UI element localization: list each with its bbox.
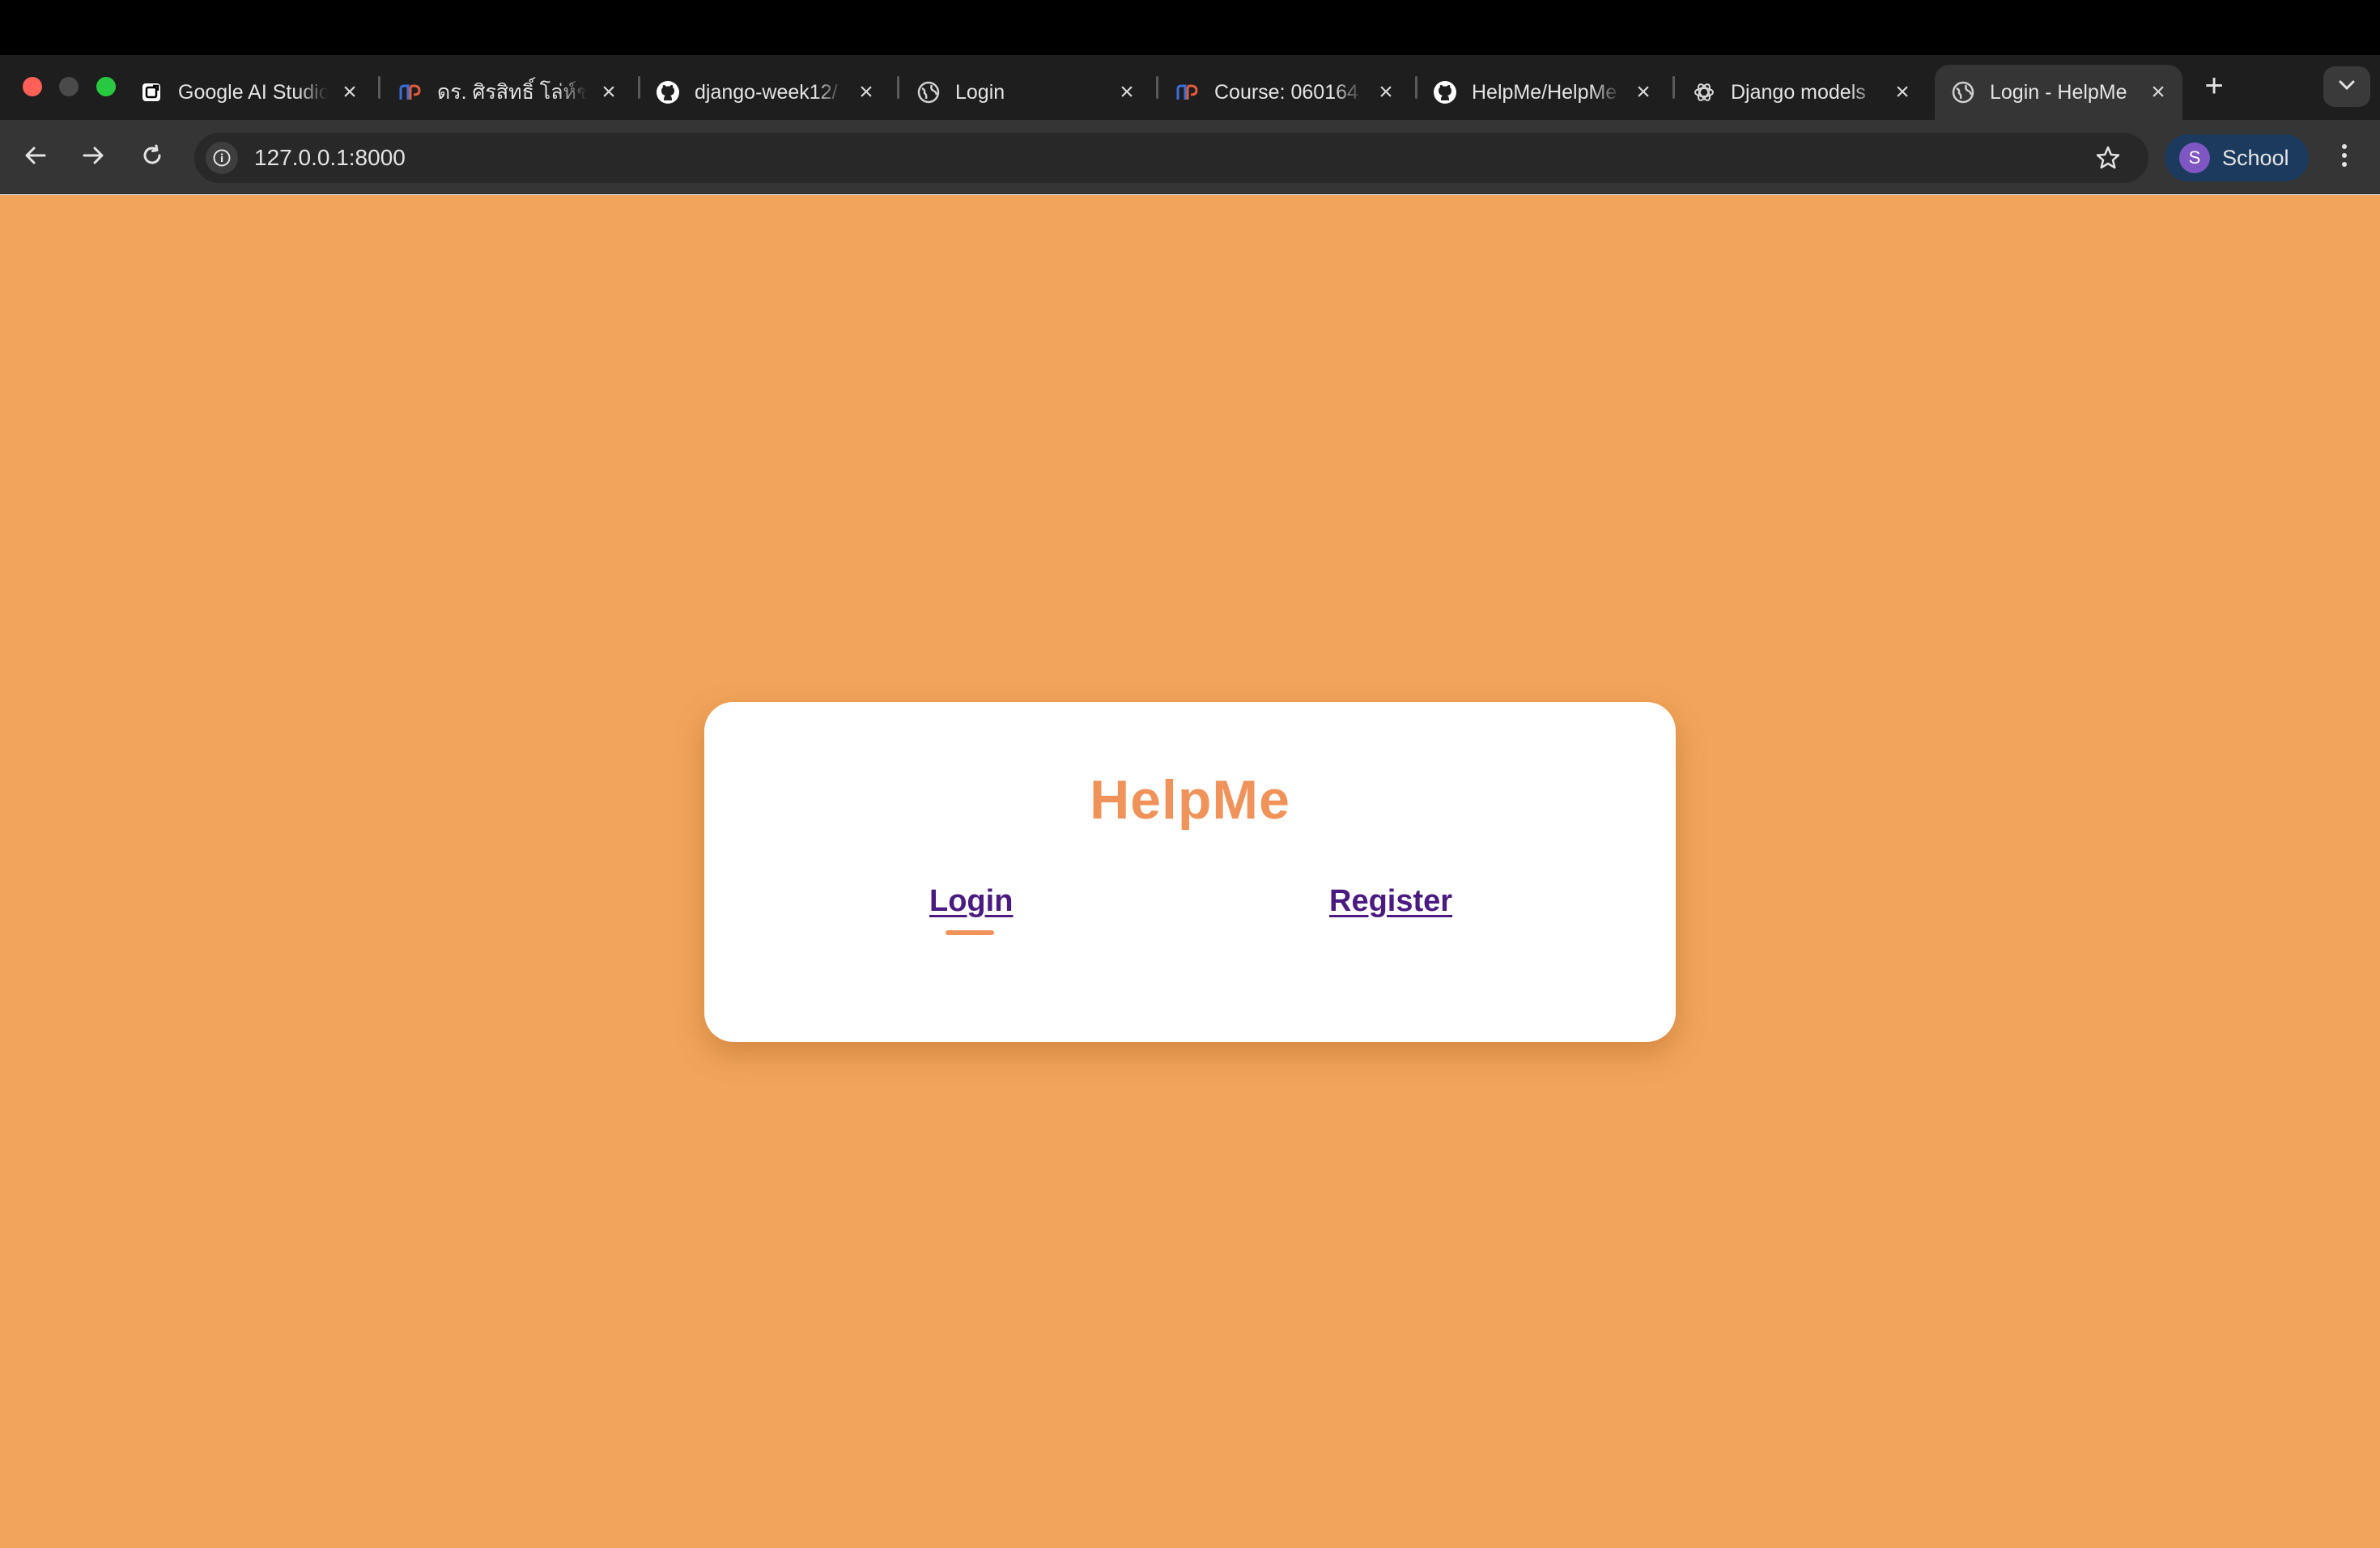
globe-icon [1951, 80, 1975, 104]
browser-menu-button[interactable] [2328, 141, 2361, 173]
tab-title: HelpMe/HelpMe [1472, 80, 1617, 104]
tab-google-ai-studio[interactable]: Google AI Studio × [139, 65, 366, 120]
tab-search-button[interactable] [2323, 66, 2370, 107]
globe-icon [916, 80, 941, 104]
google-ai-studio-icon [139, 80, 164, 104]
kebab-menu-icon [2340, 142, 2348, 172]
back-arrow-icon [23, 143, 48, 172]
auth-card: HelpMe Login Register [704, 702, 1676, 1042]
window-maximize-button[interactable] [96, 77, 116, 96]
tab-title: Login - HelpMe [1990, 80, 2127, 104]
close-icon[interactable]: × [850, 65, 882, 120]
login-link[interactable]: Login [929, 884, 1013, 919]
tab-title: django-week12/ [695, 80, 838, 104]
chevron-down-icon [2338, 79, 2356, 95]
new-tab-button[interactable]: + [2198, 68, 2230, 104]
site-info-icon[interactable] [206, 142, 238, 174]
tab-django-models[interactable]: Django models × [1692, 65, 1919, 120]
github-icon [1433, 80, 1457, 104]
mcv-icon [398, 80, 423, 104]
window-close-button[interactable] [23, 77, 42, 96]
system-top-bar [0, 0, 2380, 55]
tab-title: Google AI Studio [178, 80, 328, 104]
back-button[interactable] [18, 139, 53, 175]
tab-separator [1415, 76, 1417, 99]
tab-helpme-repo[interactable]: HelpMe/HelpMe × [1433, 65, 1660, 120]
reload-icon [140, 143, 164, 172]
url-text[interactable]: 127.0.0.1:8000 [254, 145, 406, 171]
close-icon[interactable]: × [1111, 65, 1143, 120]
forward-arrow-icon [81, 143, 105, 172]
tab-title: Django models [1731, 80, 1866, 104]
openai-icon [1692, 80, 1716, 104]
tab-mcv-instructor[interactable]: ดร. ศิรสิทธิ์ โล่ห์ชนะ × [398, 65, 625, 120]
close-icon[interactable]: × [334, 65, 366, 120]
mcv-icon [1175, 80, 1200, 104]
close-icon[interactable]: × [2142, 65, 2174, 120]
tab-separator [1672, 76, 1675, 99]
tab-separator [1156, 76, 1158, 99]
reload-button[interactable] [134, 139, 170, 175]
tab-login[interactable]: Login × [916, 65, 1143, 120]
app-title: HelpMe [1090, 769, 1290, 831]
tab-title: Login [955, 80, 1005, 104]
tab-separator [897, 76, 899, 99]
close-icon[interactable]: × [1627, 65, 1660, 120]
address-bar[interactable]: 127.0.0.1:8000 [194, 133, 2148, 183]
tab-django-week12[interactable]: django-week12/ × [656, 65, 882, 120]
close-icon[interactable]: × [1370, 65, 1402, 120]
register-link[interactable]: Register [1329, 884, 1452, 919]
close-icon[interactable]: × [593, 65, 625, 120]
tab-separator [378, 76, 380, 99]
close-icon[interactable]: × [1886, 65, 1919, 120]
tab-course[interactable]: Course: 060164 × [1175, 65, 1402, 120]
page-viewport: HelpMe Login Register [0, 195, 2380, 1548]
tab-title: ดร. ศิรสิทธิ์ โล่ห์ชนะ [437, 81, 587, 104]
avatar: S [2179, 142, 2210, 173]
active-link-indicator [946, 930, 994, 935]
bookmark-star-icon[interactable] [2092, 142, 2124, 174]
tab-separator [638, 76, 640, 99]
window-minimize-button[interactable] [59, 77, 79, 96]
forward-button[interactable] [75, 139, 111, 175]
profile-name: School [2222, 145, 2289, 170]
github-icon [656, 80, 680, 104]
profile-button[interactable]: S School [2165, 134, 2309, 181]
tab-title: Course: 060164 [1214, 80, 1358, 104]
tab-login-helpme[interactable]: Login - HelpMe × [1935, 65, 2182, 120]
